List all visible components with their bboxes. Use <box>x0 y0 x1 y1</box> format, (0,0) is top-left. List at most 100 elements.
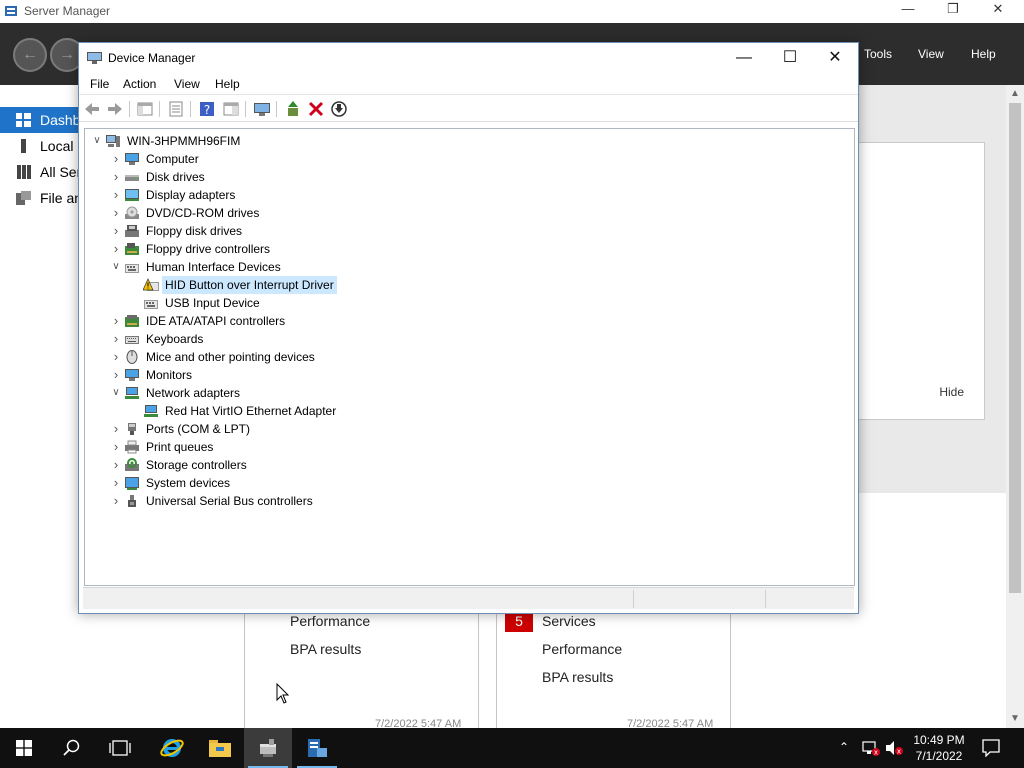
menu-action[interactable]: Action <box>123 77 156 91</box>
scroll-up-icon[interactable]: ▲ <box>1006 88 1024 99</box>
tree-category-ide-ata-atapi-controllers[interactable]: › IDE ATA/ATAPI controllers <box>85 312 845 330</box>
device-manager-window: Device Manager — ☐ ✕ File Action View He… <box>78 42 859 614</box>
network-disconnected-icon[interactable]: x <box>862 740 880 756</box>
tree-category-monitors[interactable]: › Monitors <box>85 366 845 384</box>
chevron-right-icon[interactable]: › <box>110 330 122 348</box>
chevron-right-icon[interactable]: › <box>110 150 122 168</box>
tree-category-display-adapters[interactable]: › Display adapters <box>85 186 845 204</box>
chevron-right-icon[interactable]: › <box>110 420 122 438</box>
hid-warning-icon <box>143 278 159 291</box>
help-icon[interactable]: ? <box>198 100 216 118</box>
menu-view[interactable]: View <box>918 47 944 61</box>
chevron-right-icon[interactable]: › <box>110 366 122 384</box>
tree-category-print-queues[interactable]: › Print queues <box>85 438 845 456</box>
device-manager-taskbar[interactable] <box>244 728 292 768</box>
sm-restore-button[interactable]: ❐ <box>941 1 965 17</box>
menu-bar: File Action View Help <box>79 73 858 95</box>
card-performance[interactable]: Performance <box>290 613 370 629</box>
tree-root-win-3hpmmh96fim[interactable]: ∨ WIN-3HPMMH96FIM <box>85 132 845 150</box>
sm-close-button[interactable]: ✕ <box>986 1 1010 17</box>
minimize-button[interactable]: — <box>721 43 767 73</box>
tree-category-system-devices[interactable]: › System devices <box>85 474 845 492</box>
chevron-right-icon[interactable]: › <box>110 204 122 222</box>
tree-device-hid-button-over-interrupt-driver[interactable]: HID Button over Interrupt Driver <box>85 276 845 294</box>
start-button[interactable] <box>0 728 48 768</box>
menu-tools[interactable]: Tools <box>864 47 892 61</box>
scroll-down-icon[interactable]: ▼ <box>1006 713 1024 724</box>
scrollbar-thumb[interactable] <box>1009 103 1021 593</box>
scan-hardware-icon[interactable] <box>253 100 271 118</box>
chevron-down-icon[interactable]: ∨ <box>91 132 103 150</box>
tree-category-storage-controllers[interactable]: › Storage controllers <box>85 456 845 474</box>
properties-icon[interactable] <box>167 100 185 118</box>
chevron-right-icon[interactable]: › <box>110 240 122 258</box>
system-device-icon <box>125 477 139 490</box>
card-performance[interactable]: Performance <box>542 641 622 657</box>
uninstall-device-icon[interactable] <box>307 100 325 118</box>
tree-item-label: Universal Serial Bus controllers <box>146 494 313 508</box>
toolbar-separator <box>129 101 130 117</box>
notifications-icon[interactable] <box>982 739 1000 757</box>
maximize-button[interactable]: ☐ <box>767 43 813 73</box>
chevron-right-icon[interactable]: › <box>110 186 122 204</box>
tree-device-red-hat-virtio-ethernet-adapter[interactable]: Red Hat VirtIO Ethernet Adapter <box>85 402 845 420</box>
menu-view[interactable]: View <box>174 77 200 91</box>
tree-category-floppy-disk-drives[interactable]: › Floppy disk drives <box>85 222 845 240</box>
card-services[interactable]: Services <box>542 613 596 629</box>
menu-file[interactable]: File <box>90 77 109 91</box>
tree-device-usb-input-device[interactable]: USB Input Device <box>85 294 845 312</box>
task-view-button[interactable] <box>96 728 144 768</box>
card-bpa-results[interactable]: BPA results <box>542 669 613 685</box>
hide-link[interactable]: Hide <box>939 385 964 399</box>
tree-category-floppy-drive-controllers[interactable]: › Floppy drive controllers <box>85 240 845 258</box>
internet-explorer-taskbar[interactable] <box>148 728 196 768</box>
tree-category-universal-serial-bus-controllers[interactable]: › Universal Serial Bus controllers <box>85 492 845 510</box>
menu-help[interactable]: Help <box>971 47 996 61</box>
tree-category-disk-drives[interactable]: › Disk drives <box>85 168 845 186</box>
card-bpa-results[interactable]: BPA results <box>290 641 361 657</box>
tree-category-computer[interactable]: › Computer <box>85 150 845 168</box>
chevron-right-icon[interactable]: › <box>110 492 122 510</box>
device-manager-titlebar[interactable]: Device Manager — ☐ ✕ <box>79 43 858 73</box>
chevron-right-icon[interactable]: › <box>110 348 122 366</box>
chevron-right-icon[interactable]: › <box>110 474 122 492</box>
chevron-right-icon[interactable]: › <box>110 222 122 240</box>
disable-device-icon[interactable] <box>330 100 348 118</box>
tree-category-human-interface-devices[interactable]: ∨ Human Interface Devices <box>85 258 845 276</box>
device-tree[interactable]: ∨ WIN-3HPMMH96FIM › Computer › Disk drives › Di… <box>84 128 855 586</box>
volume-muted-icon[interactable]: x <box>885 740 903 756</box>
chevron-right-icon[interactable]: › <box>110 312 122 330</box>
system-clock[interactable]: 10:49 PM 7/1/2022 <box>904 732 974 764</box>
tree-category-ports-com-lpt[interactable]: › Ports (COM & LPT) <box>85 420 845 438</box>
tree-category-network-adapters[interactable]: ∨ Network adapters <box>85 384 845 402</box>
vertical-scrollbar[interactable]: ▲ ▼ <box>1006 85 1024 728</box>
tree-item-label: Network adapters <box>146 386 241 400</box>
back-arrow-icon[interactable] <box>83 100 101 118</box>
show-hidden-icons-chevron-up-icon[interactable]: ⌃ <box>839 740 849 754</box>
chevron-down-icon[interactable]: ∨ <box>110 258 122 276</box>
server-manager-taskbar[interactable] <box>293 728 341 768</box>
chevron-right-icon[interactable]: › <box>110 456 122 474</box>
tree-category-dvd-cd-rom-drives[interactable]: › DVD/CD-ROM drives <box>85 204 845 222</box>
sm-minimize-button[interactable]: — <box>896 1 920 16</box>
file-services-icon <box>16 191 31 205</box>
tree-category-mice-and-other-pointing-devices[interactable]: › Mice and other pointing devices <box>85 348 845 366</box>
printer-icon <box>125 440 139 454</box>
chevron-down-icon[interactable]: ∨ <box>110 384 122 402</box>
back-button[interactable]: ← <box>13 38 47 72</box>
search-button[interactable] <box>48 728 96 768</box>
update-driver-icon[interactable] <box>285 100 303 118</box>
toolbar-separator <box>190 101 191 117</box>
file-explorer-taskbar[interactable] <box>196 728 244 768</box>
port-icon <box>128 423 136 435</box>
close-button[interactable]: ✕ <box>812 43 858 73</box>
status-bar <box>83 587 854 609</box>
forward-arrow-icon[interactable] <box>106 100 124 118</box>
tree-category-keyboards[interactable]: › Keyboards <box>85 330 845 348</box>
action-pane-icon[interactable] <box>222 100 240 118</box>
chevron-right-icon[interactable]: › <box>110 168 122 186</box>
menu-help[interactable]: Help <box>215 77 240 91</box>
show-hide-tree-icon[interactable] <box>136 100 154 118</box>
mouse-icon <box>126 350 138 364</box>
chevron-right-icon[interactable]: › <box>110 438 122 456</box>
